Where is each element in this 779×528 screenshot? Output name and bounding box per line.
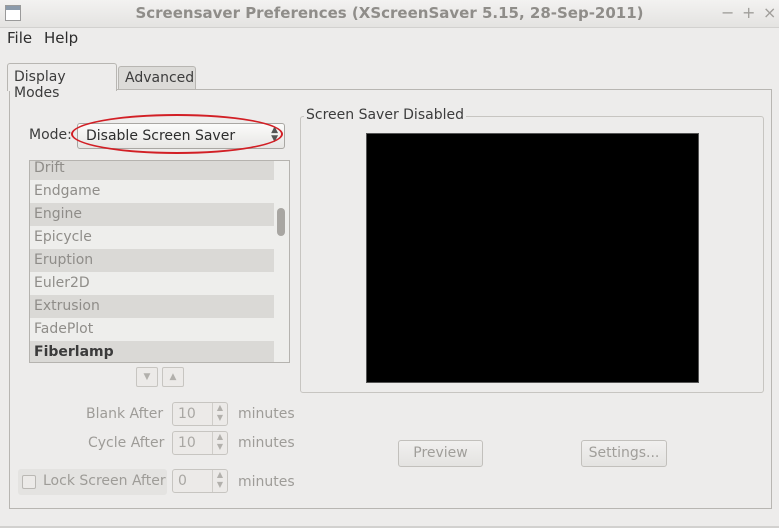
preview-screen	[366, 133, 699, 383]
lock-screen-checkbox[interactable]	[22, 475, 36, 489]
spinner-arrows-icon[interactable]: ▲ ▼	[212, 432, 227, 454]
cycle-after-label: Cycle After	[88, 435, 165, 451]
blank-after-label: Blank After	[86, 406, 164, 422]
settings-button[interactable]: Settings...	[581, 440, 667, 467]
preview-label: Screen Saver Disabled	[304, 107, 466, 123]
window-title: Screensaver Preferences (XScreenSaver 5.…	[135, 4, 644, 22]
mode-label: Mode:	[29, 127, 72, 143]
menu-help[interactable]: Help	[44, 29, 78, 47]
list-item[interactable]: Drift	[30, 161, 274, 180]
tab-advanced[interactable]: Advanced	[118, 66, 196, 89]
up-arrow-icon[interactable]: ▲	[162, 367, 184, 387]
list-item[interactable]: Endgame	[30, 180, 274, 203]
menu-file[interactable]: File	[7, 29, 32, 47]
lock-after-unit: minutes	[238, 474, 295, 490]
close-icon[interactable]: ×	[763, 3, 776, 22]
blank-after-spinner[interactable]: 10 ▲ ▼	[172, 402, 228, 426]
down-arrow-icon[interactable]: ▼	[136, 367, 158, 387]
list-item[interactable]: Engine	[30, 203, 274, 226]
blank-after-unit: minutes	[238, 406, 295, 422]
cycle-after-value: 10	[178, 435, 196, 451]
minimize-icon[interactable]: −	[721, 3, 734, 22]
lock-screen-label[interactable]: Lock Screen After	[43, 473, 166, 489]
list-item[interactable]: FadePlot	[30, 318, 274, 341]
list-item[interactable]: Epicycle	[30, 226, 274, 249]
list-scrollbar[interactable]	[274, 161, 289, 362]
list-item[interactable]: Euler2D	[30, 272, 274, 295]
list-item[interactable]: Extrusion	[30, 295, 274, 318]
list-item-selected[interactable]: Fiberlamp	[30, 341, 274, 362]
highlight-ellipse	[71, 114, 283, 154]
spinner-arrows-icon[interactable]: ▲ ▼	[212, 470, 227, 492]
scrollbar-thumb[interactable]	[277, 208, 285, 236]
preview-button[interactable]: Preview	[398, 440, 483, 467]
lock-after-spinner[interactable]: 0 ▲ ▼	[172, 469, 228, 493]
cycle-after-spinner[interactable]: 10 ▲ ▼	[172, 431, 228, 455]
tab-display-modes[interactable]: Display Modes	[7, 63, 117, 101]
screensaver-list[interactable]: Drift Endgame Engine Epicycle Eruption E…	[29, 160, 290, 363]
maximize-icon[interactable]: +	[742, 3, 755, 22]
cycle-after-unit: minutes	[238, 435, 295, 451]
list-item[interactable]: Eruption	[30, 249, 274, 272]
spinner-arrows-icon[interactable]: ▲ ▼	[212, 403, 227, 425]
lock-after-value: 0	[178, 473, 187, 489]
blank-after-value: 10	[178, 406, 196, 422]
